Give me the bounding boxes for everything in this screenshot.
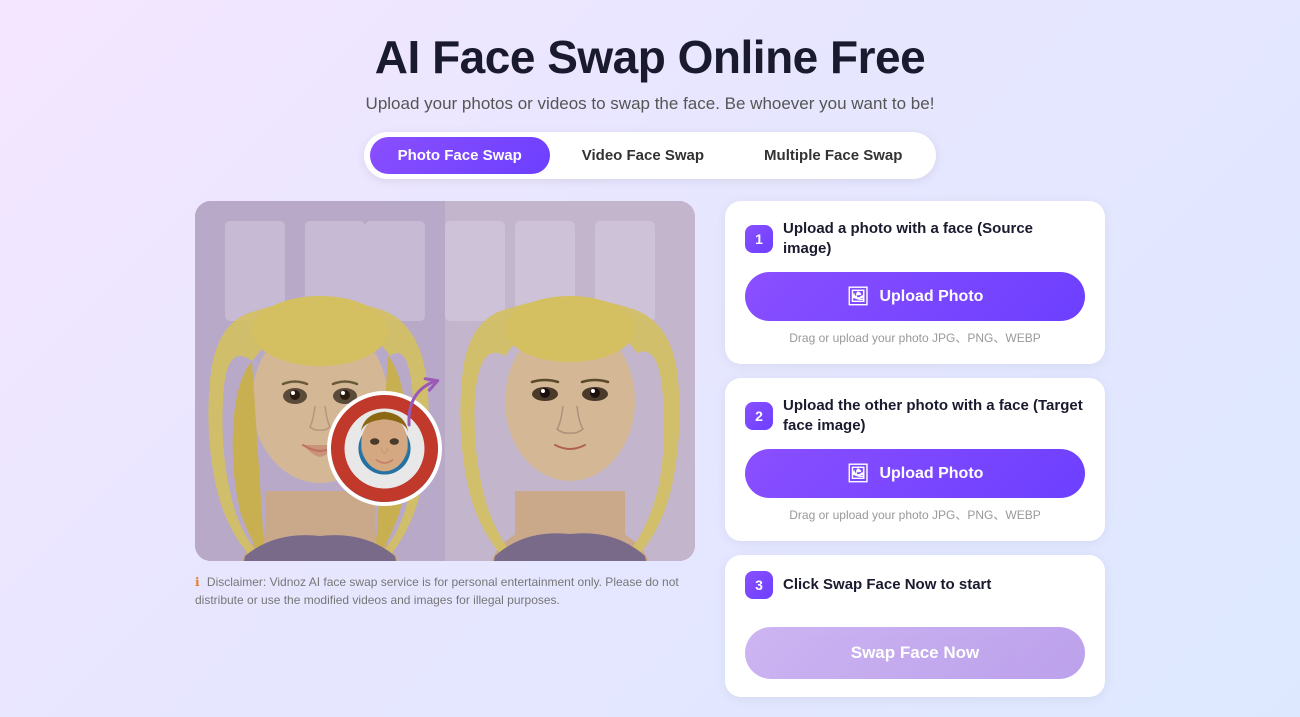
disclaimer: ℹ Disclaimer: Vidnoz AI face swap servic…	[195, 573, 695, 609]
tabs-container: Photo Face Swap Video Face Swap Multiple…	[364, 132, 937, 179]
step-3-title: Click Swap Face Now to start	[783, 575, 991, 595]
info-icon: ℹ	[195, 575, 200, 589]
upload-target-button[interactable]: 🖼 Upload Photo	[745, 449, 1085, 498]
preview-images	[195, 201, 695, 561]
step-2-title: Upload the other photo with a face (Targ…	[783, 396, 1085, 435]
drag-hint-1: Drag or upload your photo JPG、PNG、WEBP	[745, 329, 1085, 346]
result-image-preview	[445, 201, 695, 561]
upload-icon-2: 🖼	[847, 463, 870, 484]
upload-target-label: Upload Photo	[879, 465, 983, 483]
page-subtitle: Upload your photos or videos to swap the…	[20, 94, 1280, 114]
step-3-card: 3 Click Swap Face Now to start Swap Face…	[725, 555, 1105, 697]
upload-source-label: Upload Photo	[879, 288, 983, 306]
step-1-header: 1 Upload a photo with a face (Source ima…	[745, 219, 1085, 258]
tab-photo-face-swap[interactable]: Photo Face Swap	[370, 137, 550, 174]
page-header: AI Face Swap Online Free Upload your pho…	[20, 30, 1280, 114]
tabs-row: Photo Face Swap Video Face Swap Multiple…	[20, 132, 1280, 179]
swap-face-now-button[interactable]: Swap Face Now	[745, 627, 1085, 679]
step-2-badge: 2	[745, 402, 773, 430]
drag-hint-2: Drag or upload your photo JPG、PNG、WEBP	[745, 506, 1085, 523]
step-2-card: 2 Upload the other photo with a face (Ta…	[725, 378, 1105, 541]
step-1-badge: 1	[745, 225, 773, 253]
step-1-card: 1 Upload a photo with a face (Source ima…	[725, 201, 1105, 364]
disclaimer-text: Disclaimer: Vidnoz AI face swap service …	[195, 575, 679, 607]
preview-panel: ℹ Disclaimer: Vidnoz AI face swap servic…	[195, 201, 695, 609]
upload-icon-1: 🖼	[847, 286, 870, 307]
tab-multiple-face-swap[interactable]: Multiple Face Swap	[736, 137, 930, 174]
step-1-title: Upload a photo with a face (Source image…	[783, 219, 1085, 258]
page-title: AI Face Swap Online Free	[20, 30, 1280, 84]
tab-video-face-swap[interactable]: Video Face Swap	[554, 137, 732, 174]
step-3-header: 3 Click Swap Face Now to start	[745, 571, 1085, 599]
upload-source-button[interactable]: 🖼 Upload Photo	[745, 272, 1085, 321]
step-2-header: 2 Upload the other photo with a face (Ta…	[745, 396, 1085, 435]
right-panel: 1 Upload a photo with a face (Source ima…	[725, 201, 1105, 697]
main-content: ℹ Disclaimer: Vidnoz AI face swap servic…	[20, 201, 1280, 697]
step-3-badge: 3	[745, 571, 773, 599]
